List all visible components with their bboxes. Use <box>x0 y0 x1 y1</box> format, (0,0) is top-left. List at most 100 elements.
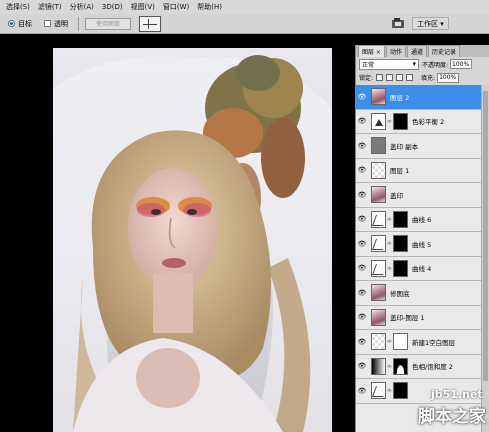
menu-window[interactable]: 窗口(W) <box>159 2 193 12</box>
layer-row[interactable]: 👁 图层 2 <box>356 85 481 110</box>
link-chain-icon[interactable]: ∞ <box>387 118 392 125</box>
pattern-grid-icon[interactable] <box>139 15 161 32</box>
layer-name: 图层 1 <box>390 167 410 176</box>
layer-thumbnail <box>371 308 386 326</box>
visibility-eye-icon[interactable]: 👁 <box>356 338 368 346</box>
lock-transparency-icon[interactable] <box>376 74 384 81</box>
visibility-eye-icon[interactable]: 👁 <box>356 191 368 199</box>
layer-thumbnail <box>371 357 386 375</box>
layer-thumbnail <box>371 259 386 277</box>
layer-mask-thumbnail[interactable] <box>393 382 408 400</box>
fill-label: 填充: <box>421 75 436 82</box>
layer-row[interactable]: 👁 ∞ 曲线 5 <box>356 232 481 257</box>
lock-all-icon[interactable] <box>406 74 414 81</box>
layer-mask-thumbnail[interactable] <box>393 333 408 351</box>
workspace-dropdown[interactable]: 工作区 ▾ <box>412 17 449 30</box>
divider <box>78 16 79 31</box>
layer-thumbnail <box>371 137 386 155</box>
layer-name: 曲线 5 <box>412 240 432 249</box>
layer-list: 👁 图层 2 👁 ∞ 色彩平衡 2 👁 盖印 副本 👁 图层 1 👁 盖印 👁 ∞ 曲线 6 👁 ∞ 曲线 5 👁… <box>356 85 481 432</box>
menu-bar: 选择(S) 滤镜(T) 分析(A) 3D(D) 视图(V) 窗口(W) 帮助(H… <box>0 0 489 14</box>
link-chain-icon[interactable]: ∞ <box>387 387 392 394</box>
link-chain-icon[interactable]: ∞ <box>387 240 392 247</box>
visibility-eye-icon[interactable]: 👁 <box>356 215 368 223</box>
layer-name: 修图底 <box>390 289 410 298</box>
use-pattern-button[interactable]: 使用图案 <box>85 17 131 30</box>
layer-thumbnail <box>371 333 386 351</box>
layer-mask-thumbnail[interactable] <box>393 235 408 253</box>
portrait-photo <box>53 48 332 432</box>
link-chain-icon[interactable]: ∞ <box>387 363 392 370</box>
layer-name: 盖印 副本 <box>390 142 419 151</box>
layer-thumbnail <box>371 112 386 130</box>
visibility-eye-icon[interactable]: 👁 <box>356 240 368 248</box>
lock-label: 锁定: <box>359 75 374 82</box>
layer-name: 曲线 6 <box>412 216 432 225</box>
layer-thumbnail <box>371 235 386 253</box>
target-label: 目标 <box>18 19 32 28</box>
layer-row[interactable]: 👁 盖印 <box>356 183 481 208</box>
layer-row[interactable]: 👁 ∞ 曲线 4 <box>356 256 481 281</box>
tab-actions[interactable]: 动作 <box>385 45 406 57</box>
layer-thumbnail <box>371 284 386 302</box>
menu-help[interactable]: 帮助(H) <box>193 2 226 12</box>
layer-name: 曲线 4 <box>412 265 432 274</box>
opacity-input[interactable]: 100% <box>450 59 473 69</box>
watermark-name: 脚本之家 <box>418 407 486 427</box>
tab-history[interactable]: 历史记录 <box>427 45 460 57</box>
link-chain-icon[interactable]: ∞ <box>387 265 392 272</box>
lock-move-icon[interactable] <box>396 74 404 81</box>
visibility-eye-icon[interactable]: 👁 <box>356 313 368 321</box>
workspace-icon[interactable] <box>391 17 405 29</box>
blend-mode-select[interactable]: 正常 <box>359 58 419 70</box>
layer-row[interactable]: 👁 图层 1 <box>356 158 481 183</box>
layer-name: 新建1空白图层 <box>412 338 456 347</box>
layer-name: 图层 2 <box>390 93 410 102</box>
menu-analysis[interactable]: 分析(A) <box>66 2 98 12</box>
visibility-eye-icon[interactable]: 👁 <box>356 387 368 395</box>
visibility-eye-icon[interactable]: 👁 <box>356 362 368 370</box>
layer-row[interactable]: 👁 ∞ 新建1空白图层 <box>356 330 481 355</box>
layer-mask-thumbnail[interactable] <box>393 112 408 130</box>
transparent-checkbox[interactable] <box>44 20 51 27</box>
watermark-site: jb51.net <box>431 388 483 401</box>
layer-thumbnail <box>371 186 386 204</box>
target-radio[interactable] <box>8 20 15 27</box>
layer-row[interactable]: 👁 ∞ 色相/饱和度 2 <box>356 354 481 379</box>
lock-brush-icon[interactable] <box>386 74 394 81</box>
visibility-eye-icon[interactable]: 👁 <box>356 117 368 125</box>
visibility-eye-icon[interactable]: 👁 <box>356 166 368 174</box>
visibility-eye-icon[interactable]: 👁 <box>356 142 368 150</box>
layer-thumbnail <box>371 88 386 106</box>
layer-mask-thumbnail[interactable] <box>393 210 408 228</box>
visibility-eye-icon[interactable]: 👁 <box>356 289 368 297</box>
layer-row[interactable]: 👁 盖印 副本 <box>356 134 481 159</box>
layer-row[interactable]: 👁 修图底 <box>356 281 481 306</box>
visibility-eye-icon[interactable]: 👁 <box>356 264 368 272</box>
layer-row[interactable]: 👁 盖印-图层 1 <box>356 305 481 330</box>
menu-select[interactable]: 选择(S) <box>2 2 34 12</box>
transparent-label: 透明 <box>54 19 68 28</box>
fill-input[interactable]: 100% <box>437 72 460 83</box>
document-canvas[interactable] <box>0 34 352 432</box>
menu-filter[interactable]: 滤镜(T) <box>34 2 66 12</box>
scrollbar-thumb[interactable] <box>483 91 488 381</box>
layer-scrollbar[interactable] <box>481 85 489 432</box>
visibility-eye-icon[interactable]: 👁 <box>356 93 368 101</box>
layer-thumbnail <box>371 161 386 179</box>
tab-channels[interactable]: 通道 <box>406 45 427 57</box>
layer-name: 盖印 <box>390 191 403 200</box>
layer-mask-thumbnail[interactable] <box>393 259 408 277</box>
layer-name: 盖印-图层 1 <box>390 314 425 323</box>
panel-tabs: 图层 × 动作 通道 历史记录 <box>356 45 489 57</box>
link-chain-icon[interactable]: ∞ <box>387 338 392 345</box>
menu-3d[interactable]: 3D(D) <box>98 3 127 11</box>
layers-panel: 图层 × 动作 通道 历史记录 正常 不透明度: 100% 锁定: 填充: 10… <box>355 45 489 432</box>
menu-view[interactable]: 视图(V) <box>127 2 159 12</box>
tab-layers[interactable]: 图层 × <box>358 45 385 57</box>
link-chain-icon[interactable]: ∞ <box>387 216 392 223</box>
layer-row[interactable]: 👁 ∞ 曲线 6 <box>356 207 481 232</box>
layer-mask-thumbnail[interactable] <box>393 357 408 375</box>
layer-row[interactable]: 👁 ∞ 色彩平衡 2 <box>356 109 481 134</box>
blend-row: 正常 不透明度: 100% <box>356 57 489 71</box>
